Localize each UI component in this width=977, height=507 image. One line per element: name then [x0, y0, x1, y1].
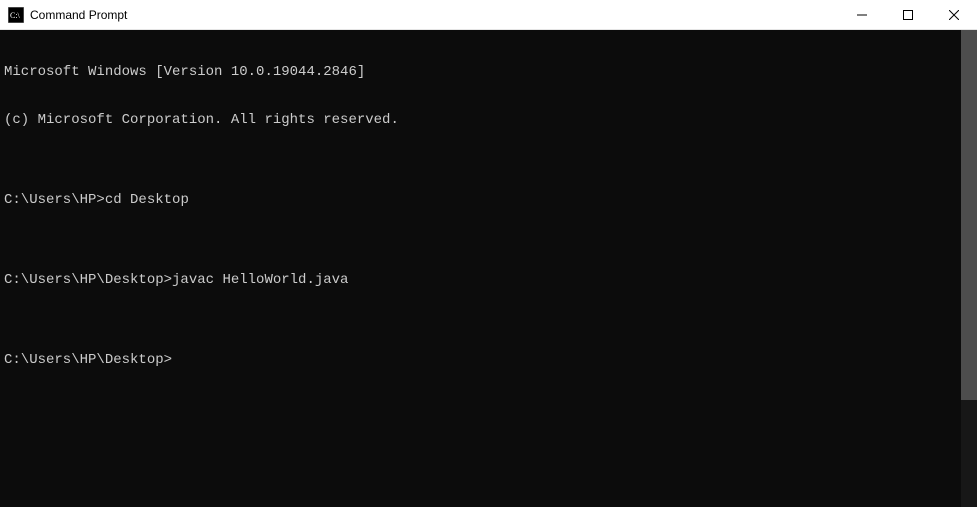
- prompt-line: C:\Users\HP\Desktop>: [4, 352, 957, 368]
- prompt-command: cd Desktop: [105, 192, 189, 208]
- prompt-path: C:\Users\HP\Desktop>: [4, 352, 172, 368]
- scrollbar-thumb[interactable]: [961, 30, 977, 400]
- prompt-line: C:\Users\HP>cd Desktop: [4, 192, 957, 208]
- os-version-line: Microsoft Windows [Version 10.0.19044.28…: [4, 64, 957, 80]
- cmd-icon: C:\: [8, 7, 24, 23]
- minimize-icon: [857, 10, 867, 20]
- prompt-line: C:\Users\HP\Desktop>javac HelloWorld.jav…: [4, 272, 957, 288]
- close-icon: [949, 10, 959, 20]
- terminal-output[interactable]: Microsoft Windows [Version 10.0.19044.28…: [0, 30, 961, 507]
- svg-text:C:\: C:\: [10, 11, 21, 20]
- maximize-icon: [903, 10, 913, 20]
- prompt-path: C:\Users\HP\Desktop>: [4, 272, 172, 288]
- copyright-line: (c) Microsoft Corporation. All rights re…: [4, 112, 957, 128]
- maximize-button[interactable]: [885, 0, 931, 30]
- titlebar[interactable]: C:\ Command Prompt: [0, 0, 977, 30]
- vertical-scrollbar[interactable]: [961, 30, 977, 507]
- titlebar-left: C:\ Command Prompt: [0, 7, 127, 23]
- minimize-button[interactable]: [839, 0, 885, 30]
- close-button[interactable]: [931, 0, 977, 30]
- prompt-path: C:\Users\HP>: [4, 192, 105, 208]
- window-controls: [839, 0, 977, 29]
- terminal-area[interactable]: Microsoft Windows [Version 10.0.19044.28…: [0, 30, 977, 507]
- prompt-command: javac HelloWorld.java: [172, 272, 348, 288]
- window-title: Command Prompt: [30, 8, 127, 22]
